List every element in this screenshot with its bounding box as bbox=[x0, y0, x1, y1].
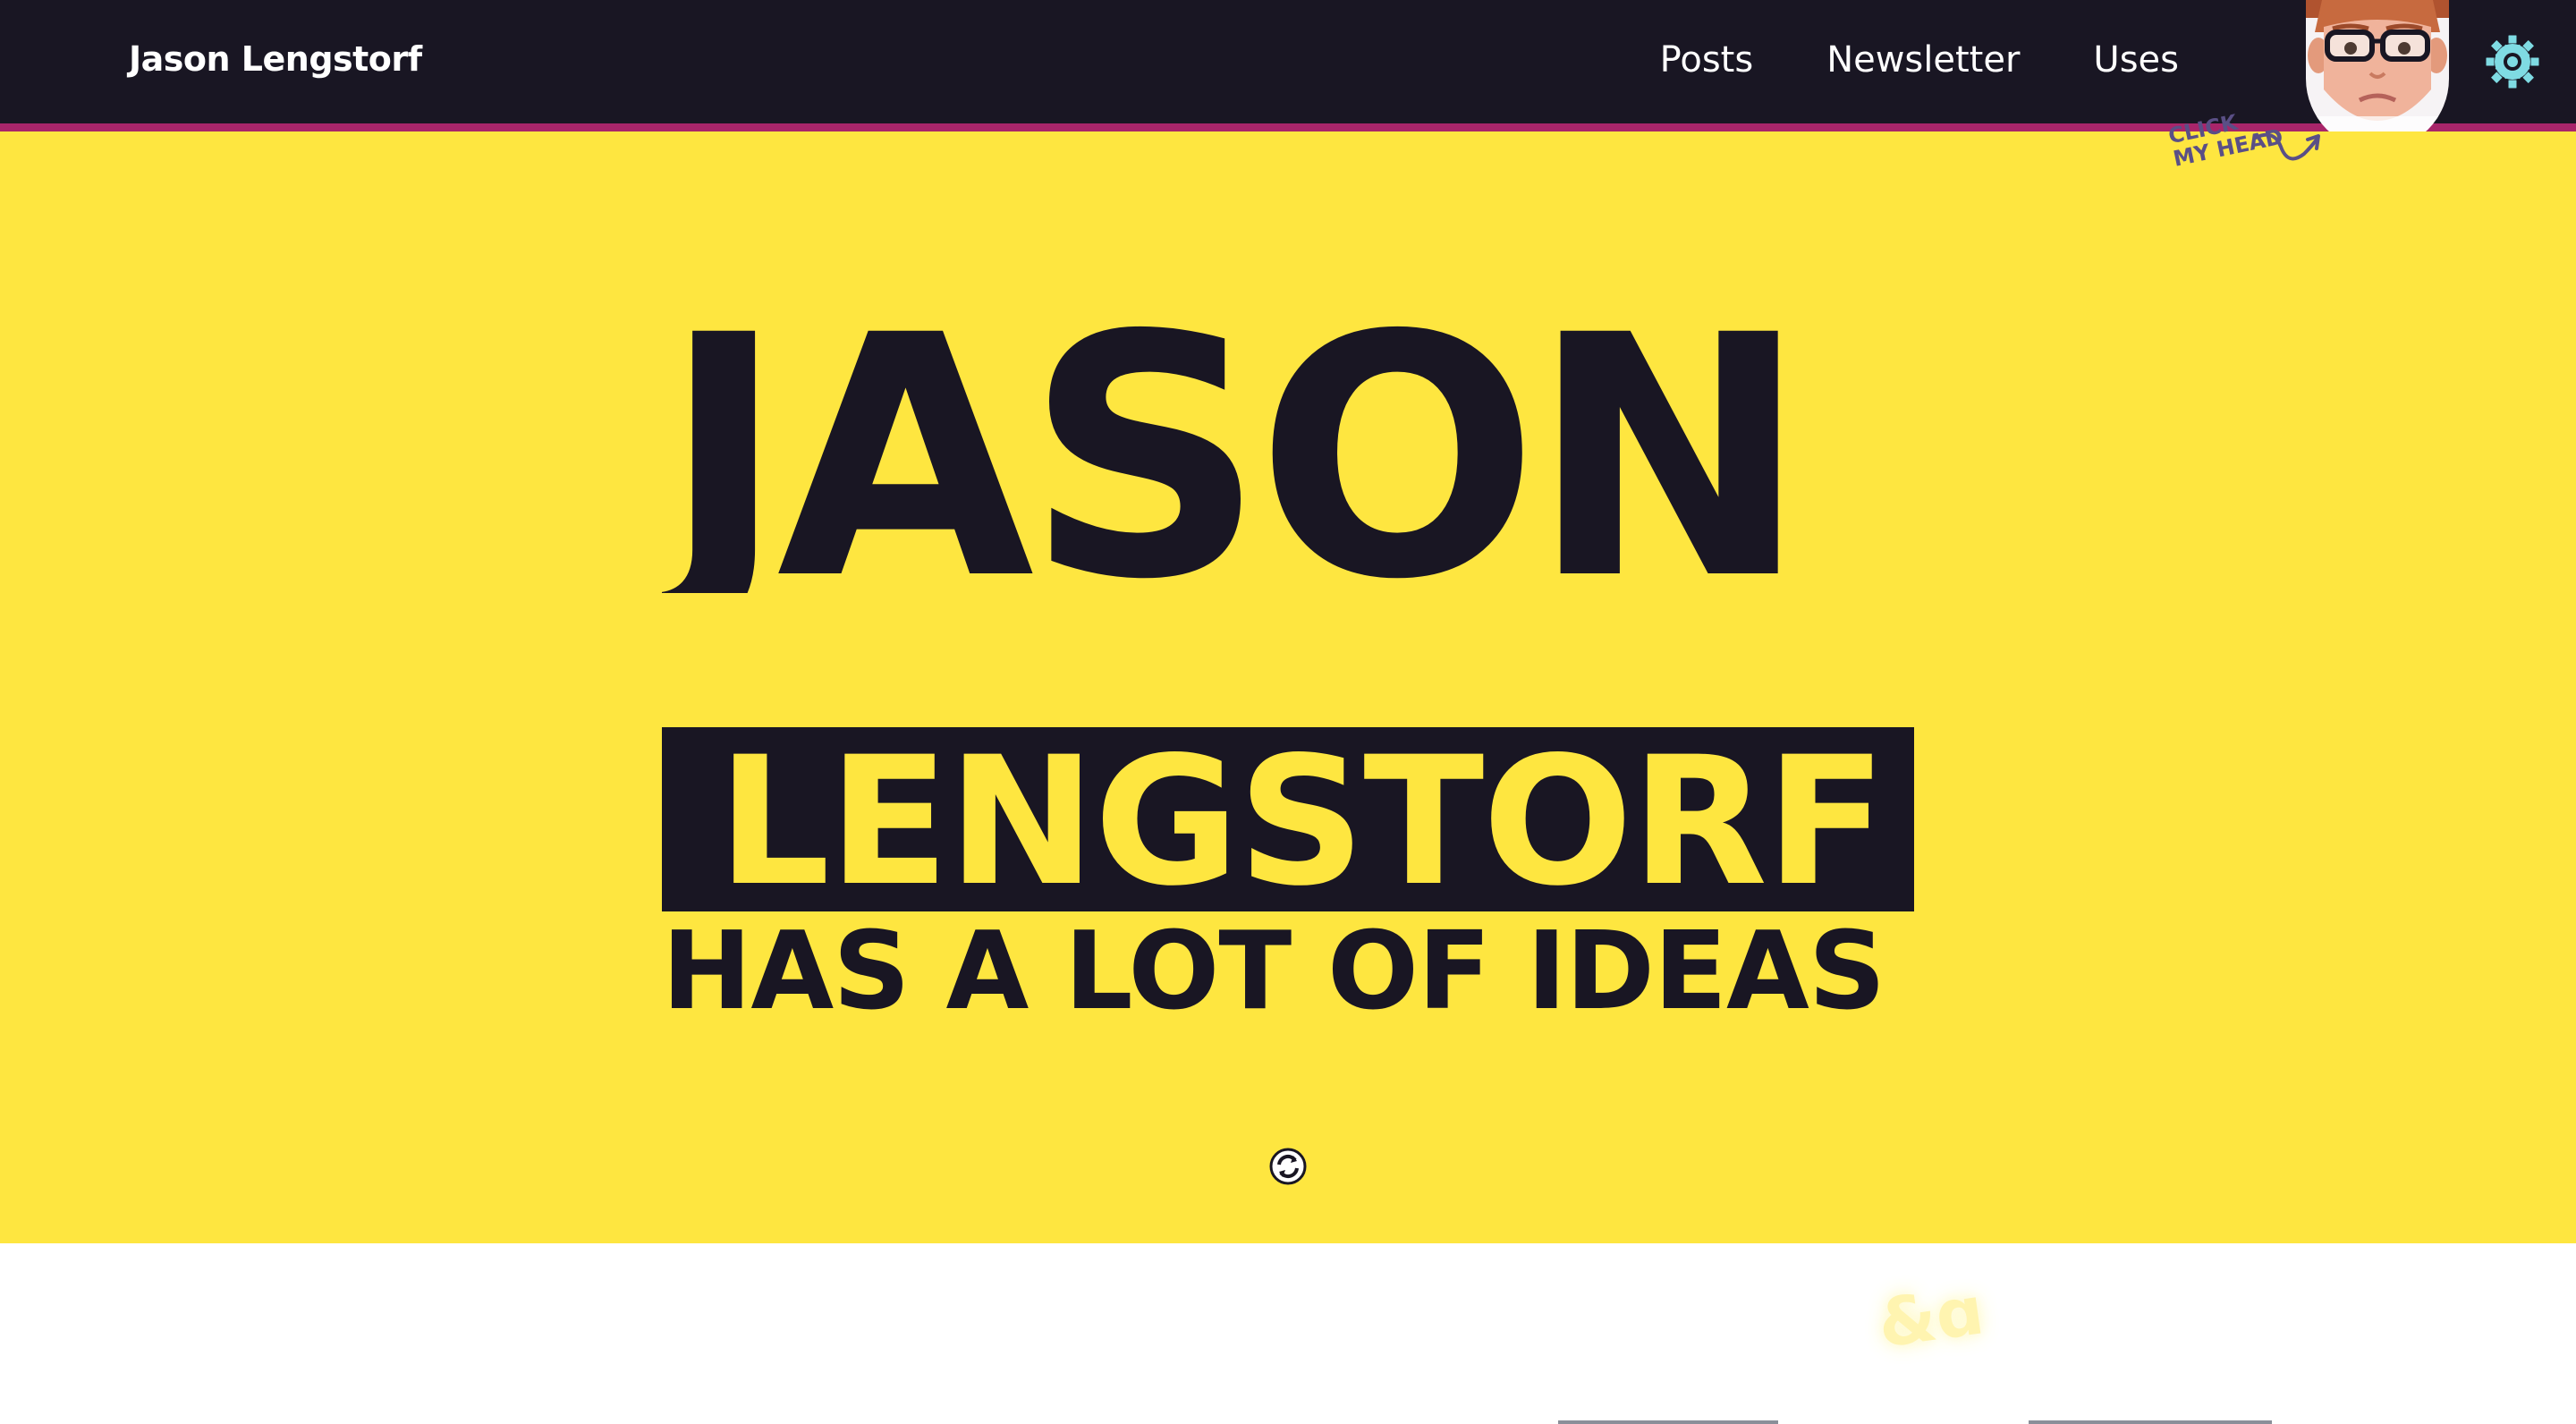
hero-title: JASON LENGSTORF HAS A LOT OF IDEAS bbox=[662, 325, 1914, 1026]
refresh-tagline-button[interactable] bbox=[1268, 1147, 1308, 1186]
nav-link-uses[interactable]: Uses bbox=[2093, 39, 2179, 81]
curved-arrow-icon bbox=[2254, 132, 2320, 161]
hero-title-line-last-name: LENGSTORF bbox=[662, 727, 1914, 911]
below-fold-image-edge bbox=[2029, 1420, 2272, 1424]
site-title-link[interactable]: Jason Lengstorf bbox=[129, 39, 422, 79]
hero-tagline: HAS A LOT OF IDEAS bbox=[662, 910, 1885, 1034]
below-fold-image-edge bbox=[1558, 1420, 1778, 1424]
hero-section: JASON LENGSTORF HAS A LOT OF IDEAS &ɑ bbox=[0, 131, 2576, 1363]
gear-icon bbox=[2483, 32, 2542, 91]
nav-link-newsletter[interactable]: Newsletter bbox=[1826, 39, 2020, 81]
main-nav: Posts Newsletter Uses bbox=[1660, 39, 2179, 81]
hero-last-name-text: LENGSTORF bbox=[717, 727, 1886, 911]
hero-first-name-text: JASON bbox=[662, 325, 1809, 593]
page: Jason Lengstorf Posts Newsletter Uses JA… bbox=[0, 0, 2576, 1424]
settings-gear-button[interactable] bbox=[2483, 32, 2542, 91]
hero-title-line-first-name: JASON bbox=[662, 325, 1914, 593]
refresh-icon bbox=[1269, 1148, 1307, 1185]
nav-link-posts[interactable]: Posts bbox=[1660, 39, 1754, 81]
sparkle-decoration: &ɑ bbox=[1873, 1272, 1988, 1363]
click-my-head-hint: CLICK MY HEAD bbox=[2166, 110, 2345, 197]
site-header: Jason Lengstorf Posts Newsletter Uses bbox=[0, 0, 2576, 150]
